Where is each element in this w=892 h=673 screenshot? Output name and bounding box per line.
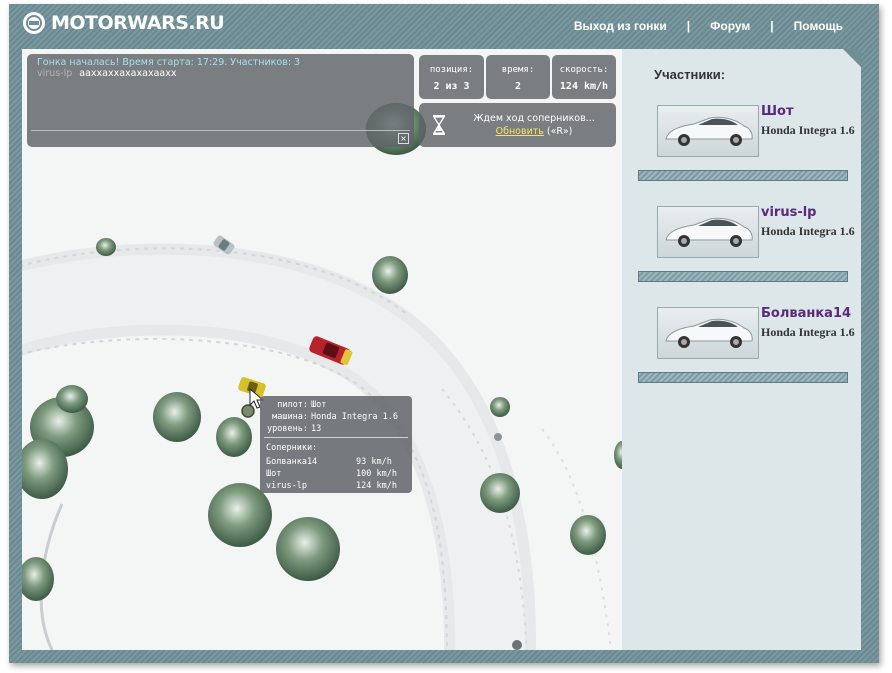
level-label: уровень: xyxy=(267,424,308,434)
speed-stat: скорость: 124 km/h xyxy=(552,55,616,99)
chat-panel: Гонка началась! Время старта: 17:29. Уча… xyxy=(27,54,414,147)
steering-wheel-icon xyxy=(23,12,45,34)
waiting-text: Ждем ход соперников... xyxy=(473,113,595,124)
exit-race-link[interactable]: Выход из гонки xyxy=(574,19,667,33)
close-icon[interactable]: × xyxy=(398,133,409,144)
tooltip-divider xyxy=(264,437,408,438)
car-thumbnail xyxy=(657,307,759,359)
car-thumbnail xyxy=(657,206,759,258)
rival-speed: 124 km/h xyxy=(356,481,397,491)
system-message: Гонка началась! Время старта: 17:29. Уча… xyxy=(37,57,301,68)
participant-card[interactable]: virus-lp Honda Integra 1.6 xyxy=(657,205,857,260)
participant-divider xyxy=(638,372,848,383)
help-link[interactable]: Помощь xyxy=(794,19,843,33)
participant-car: Honda Integra 1.6 xyxy=(761,123,855,137)
participant-name[interactable]: Болванка14 xyxy=(761,306,851,321)
car-icon xyxy=(665,116,753,146)
rivals-label: Соперники: xyxy=(266,443,318,453)
level-value: 13 xyxy=(311,424,322,434)
participant-divider xyxy=(638,170,848,181)
pilot-value: Шот xyxy=(311,400,327,410)
participant-car: Honda Integra 1.6 xyxy=(761,325,855,339)
time-value: 2 xyxy=(514,81,522,92)
time-stat: время: 2 xyxy=(486,55,550,99)
position-stat: позиция: 2 из 3 xyxy=(419,55,484,99)
refresh-hotkey: («R») xyxy=(546,126,573,137)
participants-title: Участники: xyxy=(654,67,726,82)
rival-name: Шот xyxy=(266,469,282,479)
participant-divider xyxy=(638,271,848,282)
hourglass-icon xyxy=(432,115,446,135)
car-icon xyxy=(665,318,753,348)
position-label: позиция: xyxy=(429,65,474,75)
chat-author: virus-lp xyxy=(37,68,73,79)
speed-label: скорость: xyxy=(559,65,609,75)
rival-speed: 100 km/h xyxy=(356,469,397,479)
participant-card[interactable]: Шот Honda Integra 1.6 xyxy=(657,104,857,159)
chat-message: virus-lp ааххаххахахахаахх xyxy=(37,68,176,79)
position-value: 2 из 3 xyxy=(433,81,470,92)
participant-name[interactable]: virus-lp xyxy=(761,205,817,220)
car-label: машина: xyxy=(272,412,308,422)
time-label: время: xyxy=(501,65,535,75)
rival-name: Болванка14 xyxy=(266,457,318,467)
logo-text: MOTORWARS.RU xyxy=(51,12,225,34)
chat-input-line[interactable] xyxy=(31,130,410,131)
logo[interactable]: MOTORWARS.RU xyxy=(23,12,225,34)
header: MOTORWARS.RU Выход из гонки | Форум | По… xyxy=(9,4,879,46)
wait-panel: Ждем ход соперников... Обновить («R») xyxy=(419,103,616,147)
speed-value: 124 km/h xyxy=(559,81,609,92)
car-value: Honda Integra 1.6 xyxy=(311,412,398,422)
sidebar-corner xyxy=(843,49,861,67)
nav-separator: | xyxy=(770,19,774,33)
car-tooltip: пилот: Шот машина: Honda Integra 1.6 уро… xyxy=(260,396,412,493)
rival-speed: 93 km/h xyxy=(356,457,392,467)
refresh-row: Обновить («R») xyxy=(459,126,609,137)
participant-card[interactable]: Болванка14 Honda Integra 1.6 xyxy=(657,306,857,361)
pilot-label: пилот: xyxy=(277,400,308,410)
nav-separator: | xyxy=(686,19,691,33)
chat-text: ааххаххахахахаахх xyxy=(79,68,177,79)
participant-name[interactable]: Шот xyxy=(761,104,794,119)
forum-link[interactable]: Форум xyxy=(710,19,750,33)
top-nav: Выход из гонки | Форум | Помощь xyxy=(574,19,843,33)
rival-name: virus-lp xyxy=(266,481,307,491)
participant-car: Honda Integra 1.6 xyxy=(761,224,855,238)
car-icon xyxy=(665,217,753,247)
refresh-link[interactable]: Обновить xyxy=(496,126,544,137)
car-thumbnail xyxy=(657,105,759,157)
participants-sidebar: Участники: Шот Honda Integra 1.6 virus-l… xyxy=(622,49,861,650)
